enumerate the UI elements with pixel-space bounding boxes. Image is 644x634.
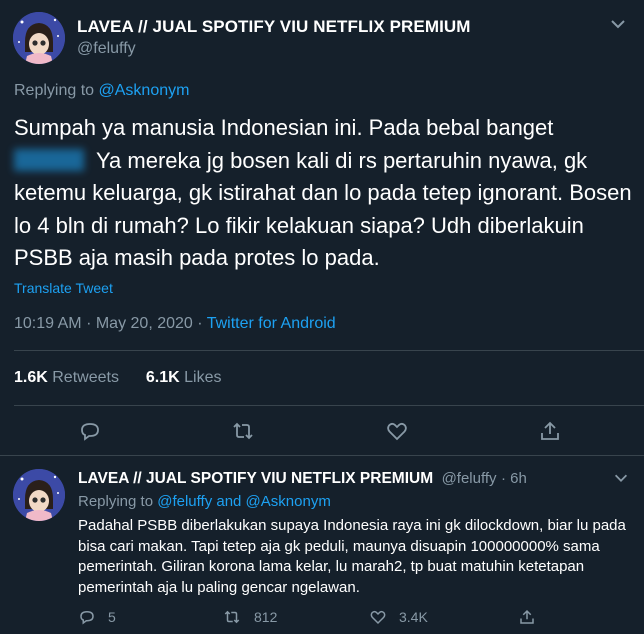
reply-count: 5 [108, 609, 116, 625]
like-icon [370, 610, 386, 625]
likes-stat[interactable]: 6.1K Likes [146, 369, 222, 386]
replying-to: Replying to @Asknonym [14, 82, 189, 100]
retweet-icon[interactable] [231, 419, 255, 443]
tweet-stats: 1.6K Retweets 6.1K Likes [14, 369, 221, 387]
tweet-age[interactable]: 6h [510, 470, 527, 487]
tweet-time[interactable]: 10:19 AM [14, 315, 82, 332]
avatar[interactable] [13, 469, 65, 521]
display-name[interactable]: LAVEA // JUAL SPOTIFY VIU NETFLIX PREMIU… [78, 470, 433, 487]
share-icon [520, 609, 534, 624]
share-icon[interactable] [538, 419, 562, 443]
user-handle[interactable]: @feluffy [77, 40, 136, 58]
divider [14, 350, 644, 351]
retweets-stat[interactable]: 1.6K Retweets [14, 369, 119, 386]
share-action[interactable] [518, 608, 548, 626]
like-icon[interactable] [385, 419, 409, 443]
translate-tweet-link[interactable]: Translate Tweet [14, 280, 113, 296]
reply-header: LAVEA // JUAL SPOTIFY VIU NETFLIX PREMIU… [78, 470, 527, 487]
like-count: 3.4K [399, 609, 428, 625]
divider [0, 455, 644, 456]
user-handle[interactable]: @feluffy [442, 470, 497, 487]
redacted-mention [14, 148, 84, 171]
tweet-date[interactable]: May 20, 2020 [96, 315, 193, 332]
mention-link[interactable]: @feluffy and @Asknonym [157, 493, 331, 510]
mention-link[interactable]: @Asknonym [99, 82, 190, 99]
reply-tweet-text: Padahal PSBB diberlakukan supaya Indones… [78, 517, 626, 596]
chevron-down-icon[interactable] [608, 14, 628, 39]
replying-label: Replying to [14, 82, 95, 99]
tweet-source[interactable]: Twitter for Android [207, 315, 336, 332]
replying-label: Replying to [78, 493, 154, 510]
main-tweet: LAVEA // JUAL SPOTIFY VIU NETFLIX PREMIU… [0, 0, 644, 455]
divider [14, 405, 644, 406]
replying-to: Replying to @feluffy and @Asknonym [78, 493, 331, 510]
reply-icon [80, 610, 94, 625]
tweet-text-rest: Ya mereka jg bosen kali di rs pertaruhin… [14, 147, 632, 271]
display-name[interactable]: LAVEA // JUAL SPOTIFY VIU NETFLIX PREMIU… [77, 17, 471, 37]
tweet-text-line1: Sumpah ya manusia Indonesian ini. Pada b… [14, 115, 554, 140]
retweet-count: 812 [254, 609, 278, 625]
chevron-down-icon[interactable] [612, 469, 630, 492]
retweet-action[interactable]: 812 [222, 608, 277, 626]
like-action[interactable]: 3.4K [369, 608, 428, 626]
tweet-meta: 10:19 AM · May 20, 2020 · Twitter for An… [14, 315, 336, 332]
reply-action[interactable]: 5 [78, 608, 116, 626]
reply-icon[interactable] [78, 419, 102, 443]
avatar[interactable] [13, 12, 65, 64]
tweet-text: Sumpah ya manusia Indonesian ini. Pada b… [14, 112, 634, 275]
retweet-icon [224, 610, 240, 624]
